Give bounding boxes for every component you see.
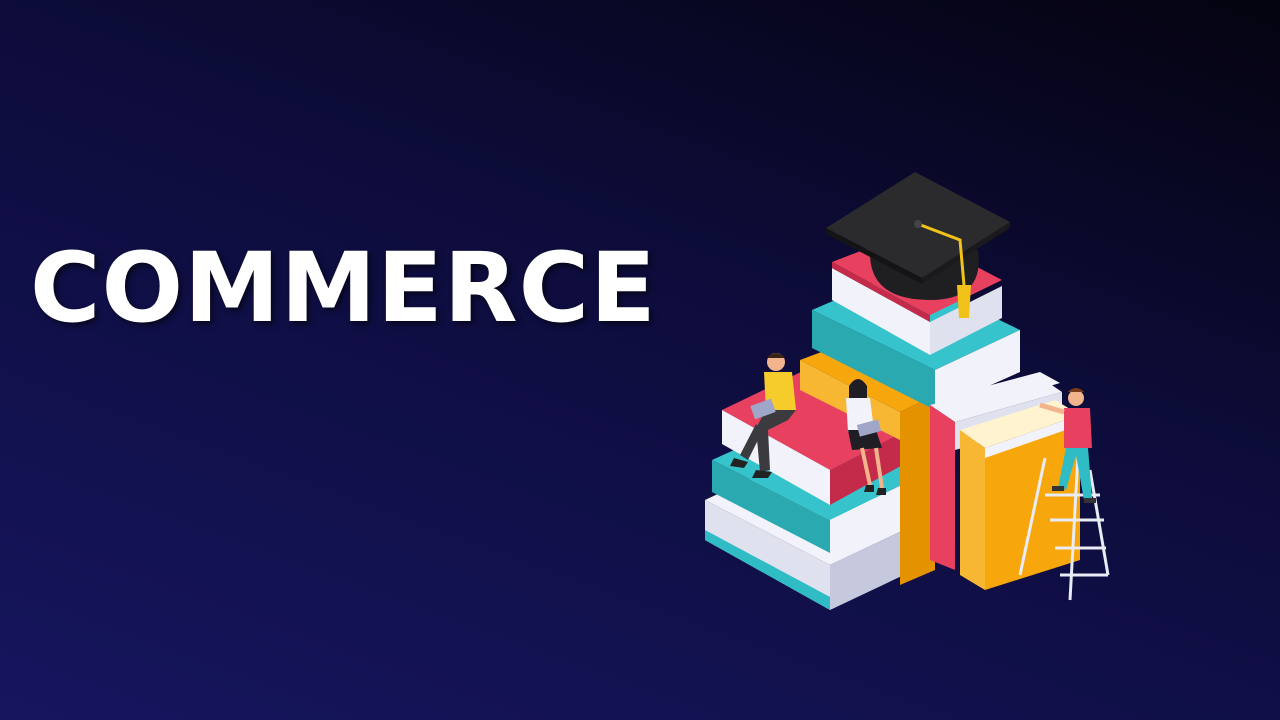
- books-graduation-cap-students-icon: [705, 172, 1110, 610]
- slide: COMMERCE: [0, 0, 1280, 720]
- slide-title: COMMERCE: [30, 232, 657, 344]
